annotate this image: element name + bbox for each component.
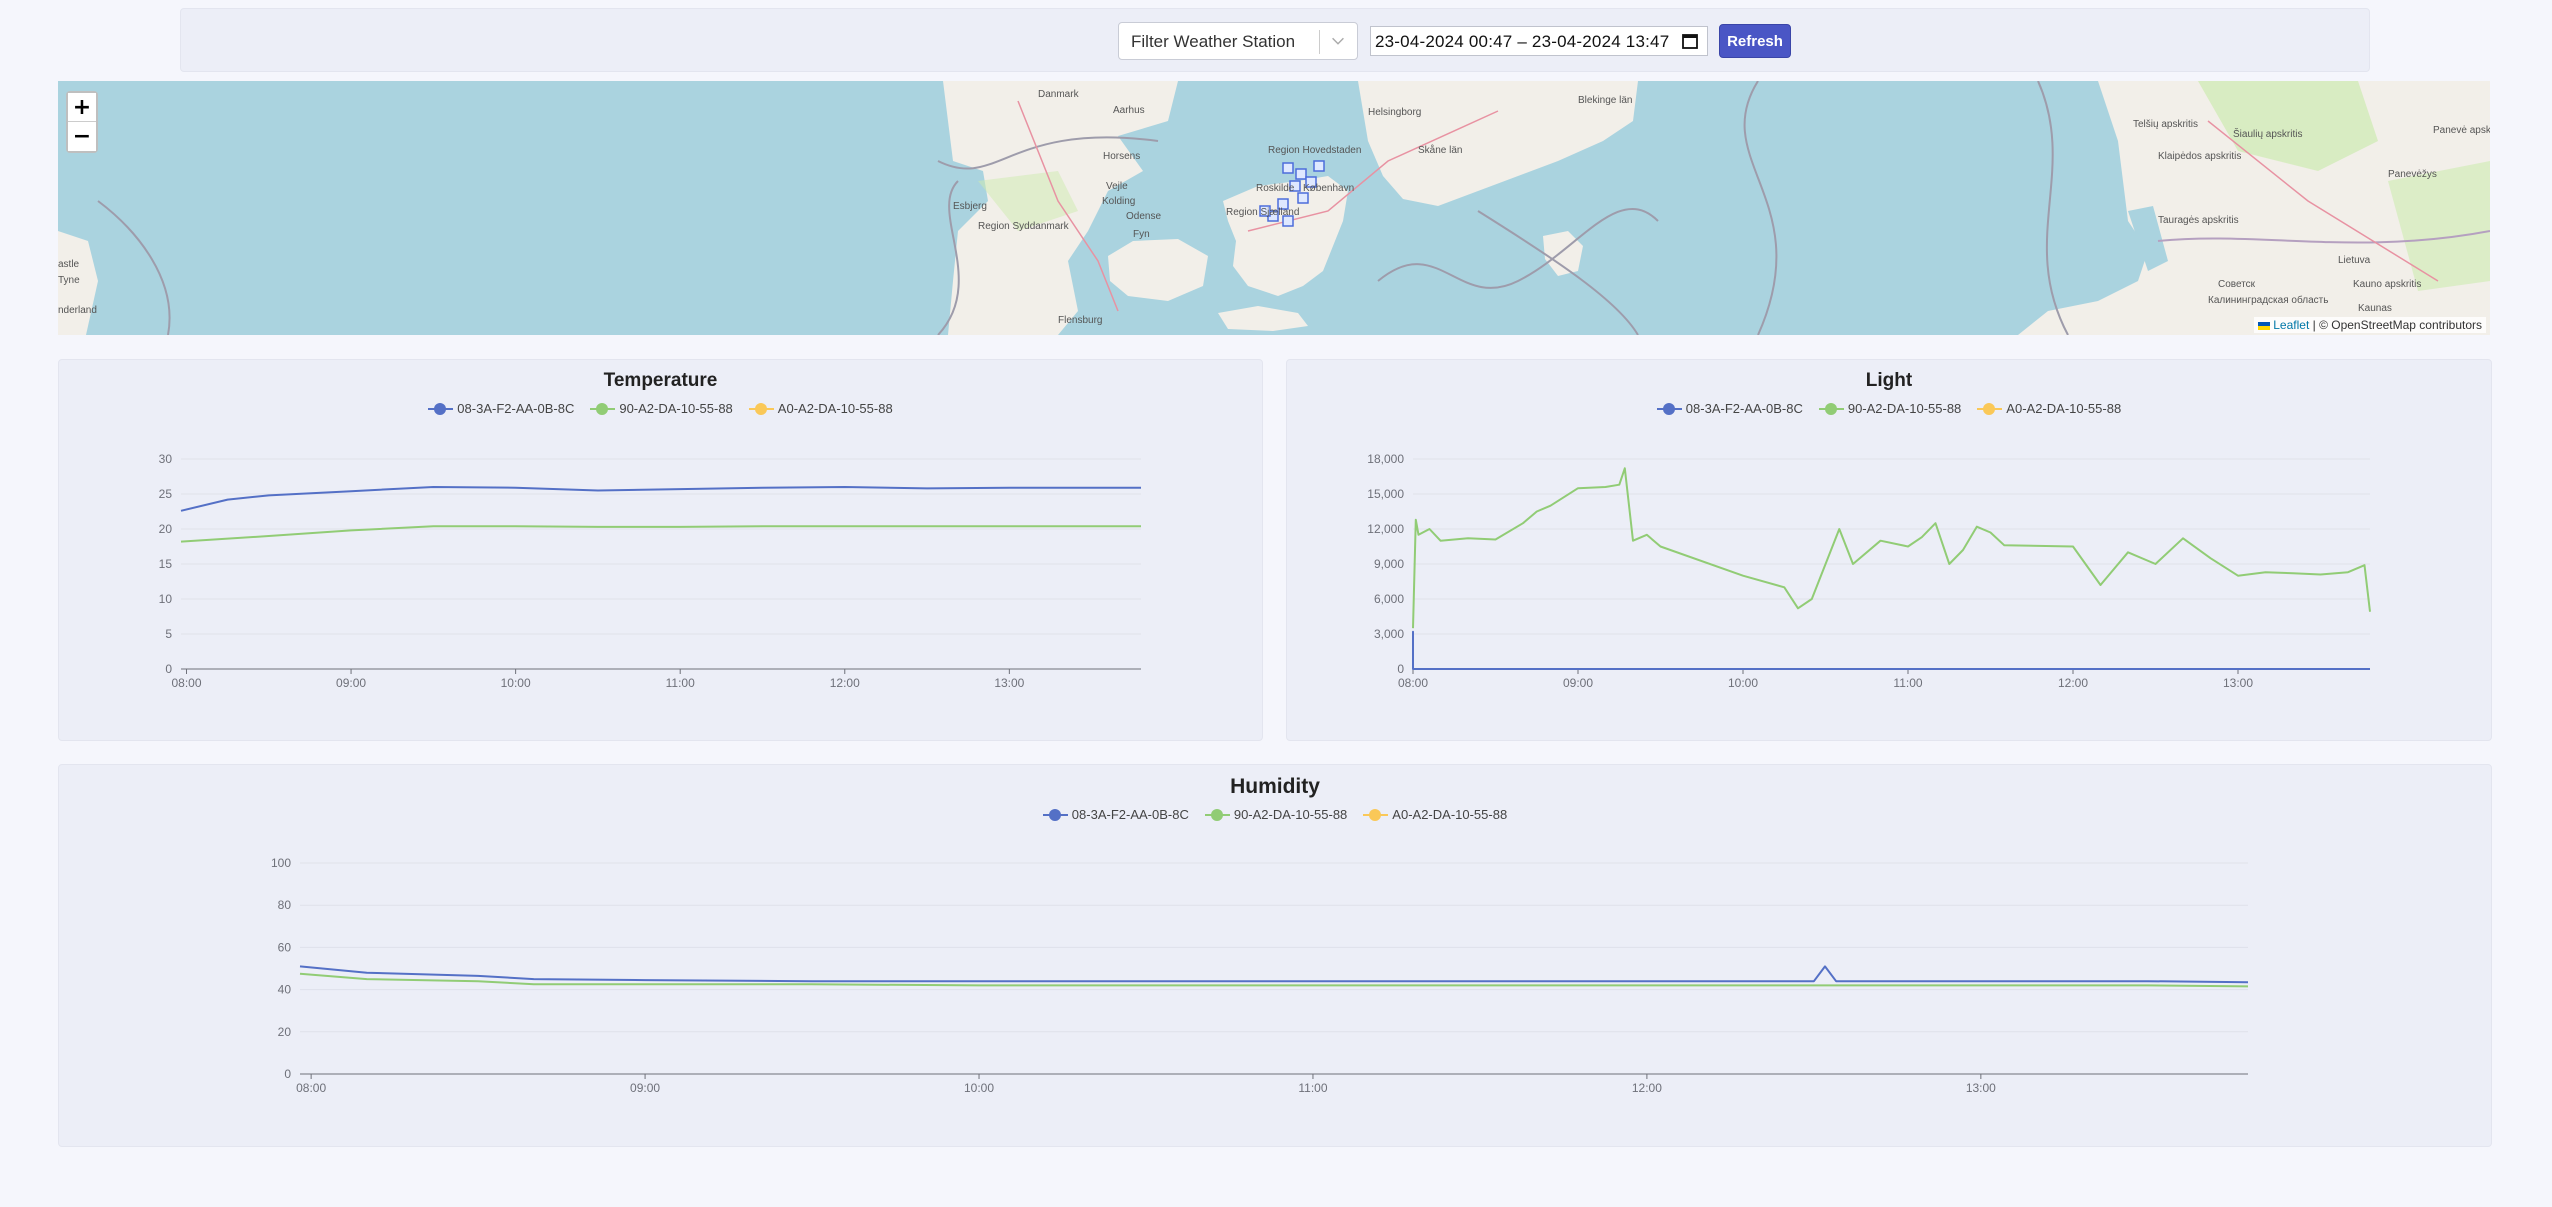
x-tick-label: 09:00 [630,1081,660,1095]
x-tick-label: 09:00 [336,676,366,690]
map-label: Šiaulių apskritis [2233,127,2302,140]
humidity-panel: Humidity 08-3A-F2-AA-0B-8C 90-A2-DA-10-5… [58,764,2492,1147]
date-range-input[interactable]: 23-04-2024 00:47 – 23-04-2024 13:47 [1370,26,1708,56]
map-label: Region Hovedstaden [1268,145,1361,156]
y-tick-label: 40 [278,983,292,997]
map-label: nderland [58,305,97,316]
y-tick-label: 10 [159,592,173,606]
map-label: Aarhus [1113,105,1145,116]
map-tiles[interactable]: Danmark Aarhus Horsens Vejle Kolding Esbjerg O… [58,81,2490,335]
map-label: Tauragės apskritis [2158,215,2239,226]
map-label: Roskilde [1256,183,1295,194]
series-line-1[interactable] [299,965,2249,984]
x-tick-label: 11:00 [1298,1081,1327,1095]
x-tick-label: 11:00 [666,676,695,690]
series-line-2[interactable] [1412,467,2371,629]
y-tick-label: 15,000 [1367,487,1404,501]
map-label: Tyne [58,275,80,286]
weather-station-filter-select[interactable]: Filter Weather Station [1118,22,1358,60]
y-tick-label: 60 [278,940,292,954]
humidity-chart[interactable]: 0 20 40 60 80 100 08:00 09:00 10:00 11:00 12:00 13:… [59,765,2491,1146]
y-tick-label: 80 [278,898,292,912]
map-label: Skåne län [1418,144,1462,156]
series-line-1[interactable] [180,486,1141,512]
map-label: Flensburg [1058,315,1102,326]
map-label: Klaipėdos apskritis [2158,151,2241,162]
date-range-value: 23-04-2024 00:47 – 23-04-2024 13:47 [1375,32,1670,51]
map-label: Horsens [1103,151,1140,162]
y-tick-label: 0 [284,1067,291,1081]
temperature-panel: Temperature 08-3A-F2-AA-0B-8C 90-A2-DA-1… [58,359,1263,741]
x-tick-label: 09:00 [1563,676,1593,690]
x-tick-label: 13:00 [1966,1081,1996,1095]
y-tick-label: 20 [278,1025,292,1039]
x-tick-label: 10:00 [1728,676,1758,690]
y-tick-label: 18,000 [1367,452,1404,466]
x-tick-label: 08:00 [296,1081,326,1095]
y-tick-label: 20 [159,522,173,536]
map-label: Kolding [1102,196,1135,207]
y-tick-label: 30 [159,452,173,466]
map-label: Telšių apskritis [2133,119,2198,130]
y-tick-label: 25 [159,487,173,501]
y-tick-label: 100 [271,856,291,870]
map-label: Helsingborg [1368,107,1421,118]
map-label: København [1303,183,1354,194]
y-tick-label: 15 [159,557,173,571]
select-separator [1319,30,1320,54]
zoom-control: + − [66,91,98,153]
calendar-icon[interactable] [1681,32,1699,50]
x-tick-label: 10:00 [964,1081,994,1095]
osm-attribution: | © OpenStreetMap contributors [2312,318,2482,332]
zoom-out-button[interactable]: − [68,122,96,151]
y-tick-label: 3,000 [1374,627,1404,641]
toolbar: Filter Weather Station 23-04-2024 00:47 … [180,8,2370,72]
series-line-1[interactable] [1412,630,2370,670]
chevron-down-icon[interactable] [1329,32,1347,50]
zoom-in-button[interactable]: + [68,93,96,122]
map-label: Lietuva [2338,255,2371,266]
map-label: Kauno apskritis [2353,279,2421,290]
leaflet-link[interactable]: Leaflet [2273,318,2309,332]
y-tick-label: 0 [1397,662,1404,676]
y-tick-label: 9,000 [1374,557,1404,571]
map-attribution: Leaflet | © OpenStreetMap contributors [2253,317,2486,333]
x-tick-label: 12:00 [1632,1081,1662,1095]
map-label: Panevėžys [2388,169,2437,180]
map-label: Panevė apskrit [2433,125,2490,136]
map-label: Region Syddanmark [978,221,1070,232]
x-tick-label: 08:00 [171,676,201,690]
refresh-button[interactable]: Refresh [1719,24,1791,58]
map-label: Danmark [1038,89,1080,100]
temperature-chart[interactable]: 0 5 10 15 20 25 30 08:00 09:00 10:00 11:00 12:00 13:… [59,360,1262,740]
filter-placeholder: Filter Weather Station [1131,32,1296,51]
light-chart[interactable]: 0 3,000 6,000 9,000 12,000 15,000 18,000 08:00 0… [1287,360,2491,740]
x-tick-label: 12:00 [2058,676,2088,690]
map-label: Kaunas [2358,303,2392,314]
x-tick-label: 12:00 [830,676,860,690]
map-label: astle [58,259,80,270]
x-tick-label: 11:00 [1893,676,1922,690]
y-tick-label: 12,000 [1367,522,1404,536]
map-label: Калининградская область [2208,294,2328,306]
y-tick-label: 5 [165,627,172,641]
map-label: Vejle [1106,181,1128,192]
map-label: Blekinge län [1578,95,1632,106]
x-tick-label: 10:00 [501,676,531,690]
ukraine-flag-icon [2257,321,2270,330]
x-tick-label: 08:00 [1398,676,1428,690]
map-label: Советск [2218,279,2256,290]
map[interactable]: Danmark Aarhus Horsens Vejle Kolding Esbjerg O… [58,81,2490,335]
light-panel: Light 08-3A-F2-AA-0B-8C 90-A2-DA-10-55-8… [1286,359,2492,741]
x-tick-label: 13:00 [2223,676,2253,690]
x-tick-label: 13:00 [994,676,1024,690]
y-tick-label: 6,000 [1374,592,1404,606]
map-label: Esbjerg [953,201,987,212]
y-tick-label: 0 [165,662,172,676]
map-label: Region Sjælland [1226,207,1299,218]
map-label: Fyn [1133,229,1150,240]
map-label: Odense [1126,211,1161,222]
